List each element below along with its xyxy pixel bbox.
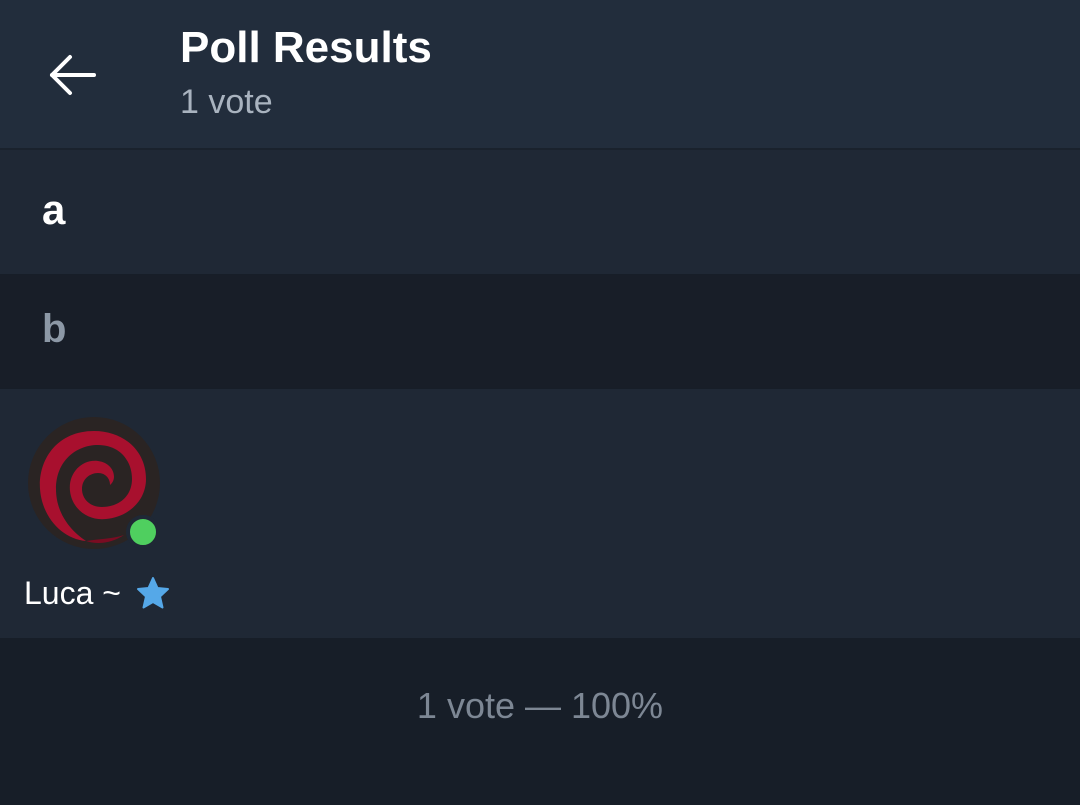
- online-status-dot: [126, 515, 160, 549]
- star-badge-icon: [136, 576, 170, 619]
- voter-name: Luca ~: [24, 575, 121, 611]
- vote-count-subtitle: 1 vote: [180, 83, 273, 121]
- voter-item[interactable]: Luca ~: [24, 417, 224, 617]
- arrow-left-icon: [50, 55, 96, 95]
- page-title: Poll Results: [180, 23, 432, 72]
- poll-results-screen: Poll Results 1 vote a b Luca ~ 1 vote — …: [0, 0, 1080, 805]
- app-header: Poll Results 1 vote: [0, 0, 1080, 150]
- poll-option-a[interactable]: a: [0, 150, 1080, 274]
- vote-summary: 1 vote — 100%: [416, 685, 664, 726]
- back-button[interactable]: [36, 38, 110, 112]
- poll-option-b[interactable]: b: [0, 275, 1080, 388]
- voters-section: Luca ~: [0, 389, 1080, 638]
- voter-name-row: Luca ~: [24, 573, 170, 619]
- poll-option-label: a: [42, 186, 66, 233]
- poll-footer: 1 vote — 100%: [0, 638, 1080, 805]
- poll-option-label: b: [42, 307, 67, 351]
